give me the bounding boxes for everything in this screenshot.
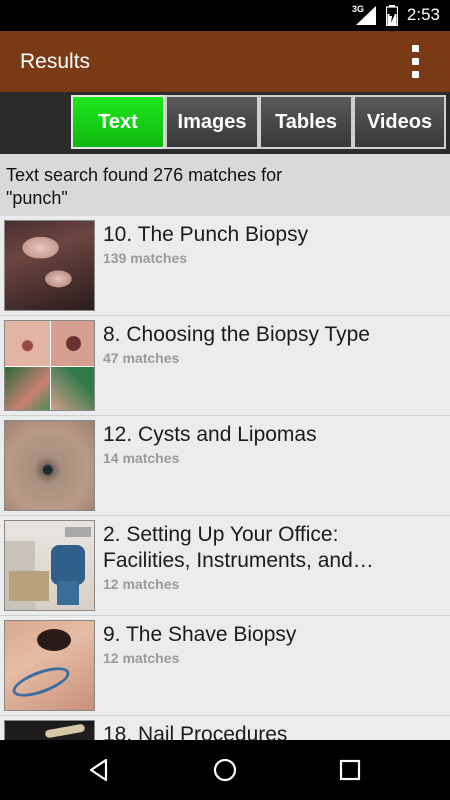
thumbnail-image (4, 520, 95, 611)
match-count: 47 matches (103, 350, 180, 366)
summary-line-2: "punch" (6, 188, 68, 208)
match-count: 139 matches (103, 250, 188, 266)
battery-icon (386, 5, 398, 26)
navigation-bar (0, 740, 450, 800)
thumbnail-image (4, 220, 95, 311)
back-icon[interactable] (86, 756, 114, 784)
overflow-menu-icon[interactable] (408, 45, 426, 79)
result-row[interactable]: 8. Choosing the Biopsy Type 47 matches (0, 316, 450, 416)
result-row[interactable]: 10. The Punch Biopsy 139 matches (0, 216, 450, 316)
result-row[interactable]: 2. Setting Up Your Office: Facilities, I… (0, 516, 450, 616)
thumbnail-image (4, 620, 95, 711)
result-title: 9. The Shave Biopsy (103, 623, 297, 646)
search-summary: Text search found 276 matches for "punch… (0, 154, 450, 216)
result-row[interactable]: 12. Cysts and Lipomas 14 matches (0, 416, 450, 516)
results-list[interactable]: Text search found 276 matches for "punch… (0, 154, 450, 740)
thumbnail-image (4, 320, 95, 411)
result-row[interactable]: 18. Nail Procedures (0, 716, 450, 740)
result-row[interactable]: 9. The Shave Biopsy 12 matches (0, 616, 450, 716)
tab-text[interactable]: Text (71, 95, 165, 149)
app-bar: Results (0, 31, 450, 92)
result-title: 18. Nail Procedures (103, 723, 288, 740)
result-title: 8. Choosing the Biopsy Type (103, 323, 370, 346)
result-title-line-1: 2. Setting Up Your Office: (103, 523, 339, 546)
tab-tables[interactable]: Tables (259, 95, 353, 149)
summary-line-1: Text search found 276 matches for (6, 165, 283, 185)
thumbnail-image (4, 720, 95, 740)
result-title: 10. The Punch Biopsy (103, 223, 309, 246)
home-icon[interactable] (211, 756, 239, 784)
tab-videos[interactable]: Videos (353, 95, 446, 149)
clock: 2:53 (406, 5, 440, 24)
result-title: 12. Cysts and Lipomas (103, 423, 317, 446)
signal-icon (356, 6, 376, 25)
page-title: Results (20, 50, 91, 73)
status-bar: 3G 2:53 (0, 0, 450, 31)
tab-strip: Text Images Tables Videos (0, 92, 450, 154)
match-count: 12 matches (103, 576, 180, 592)
match-count: 12 matches (103, 650, 180, 666)
recents-icon[interactable] (336, 756, 364, 784)
result-title-line-2: Facilities, Instruments, and… (103, 549, 374, 572)
result-title: 2. Setting Up Your Office: Facilities, I… (103, 522, 442, 574)
match-count: 14 matches (103, 450, 180, 466)
thumbnail-image (4, 420, 95, 511)
tab-images[interactable]: Images (165, 95, 259, 149)
